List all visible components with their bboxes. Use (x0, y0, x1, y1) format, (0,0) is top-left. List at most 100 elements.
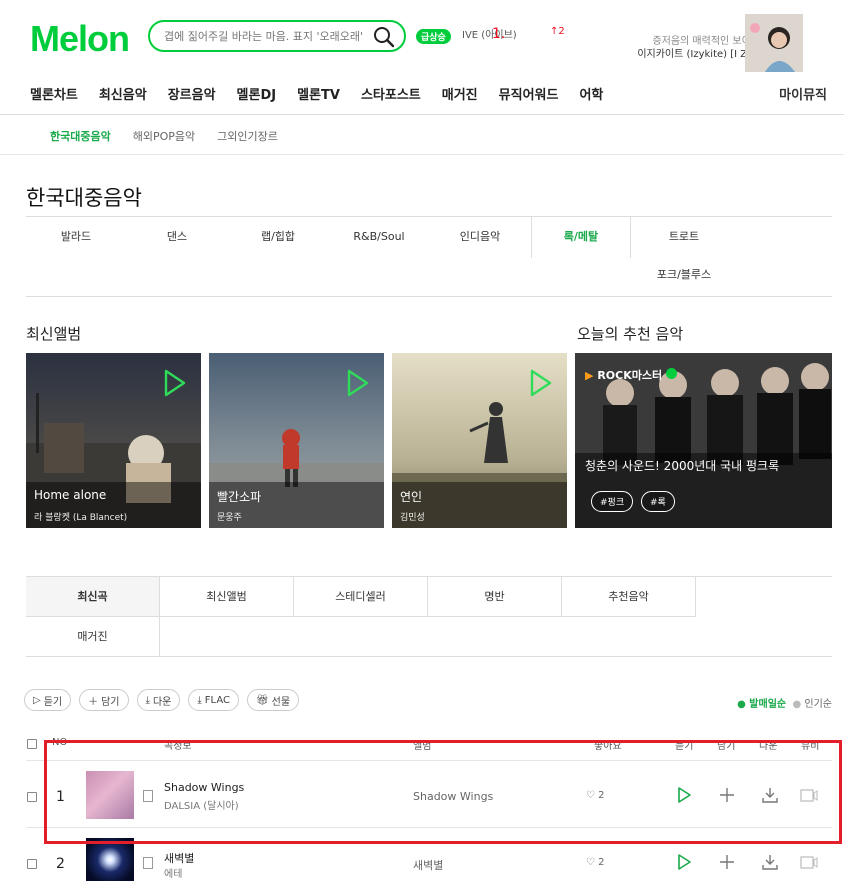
listen-button-label: 듣기 (43, 696, 63, 708)
song-info-icon[interactable] (143, 857, 153, 869)
select-all-checkbox[interactable] (27, 739, 37, 749)
plus-icon: ＋ (88, 696, 99, 708)
nav-melon-chart[interactable]: 멜론차트 (30, 84, 78, 103)
album-card[interactable]: 빨간소파 문웅주 (209, 353, 384, 528)
add-button-label: 담기 (101, 696, 120, 708)
tab-magazine[interactable]: 매거진 (26, 617, 160, 657)
promo-title[interactable]: 이지카이트 (Izykite) [I ZIP] (637, 45, 760, 60)
nav-melon-dj[interactable]: 멜론DJ (237, 84, 277, 103)
download-icon: ⤓ (197, 694, 202, 706)
album-artist[interactable]: 문웅주 (217, 510, 242, 523)
download-icon[interactable] (761, 853, 779, 871)
genre-tab-dance[interactable]: 댄스 (127, 217, 227, 257)
rise-keyword[interactable]: 1. IVE (아이브) (462, 26, 517, 42)
rise-keyword-text: IVE (아이브) (462, 30, 517, 41)
genre-tab-hiphop[interactable]: 랩/힙합 (228, 217, 328, 257)
add-button[interactable]: ＋ 담기 (79, 689, 129, 711)
song-title[interactable]: 새벽별 (164, 850, 194, 866)
tab-recommend-music[interactable]: 추천음악 (562, 577, 696, 617)
row-checkbox[interactable] (27, 792, 37, 802)
gift-button[interactable]: 🎁︎ 선물 (246, 689, 300, 711)
sub-nav-korean[interactable]: 한국대중음악 (50, 128, 111, 144)
genre-tab-trot[interactable]: 트로트 (634, 217, 734, 257)
recommend-title-text[interactable]: 청춘의 사운드! 2000년대 국내 펑크록 (585, 457, 779, 474)
sub-nav-pop[interactable]: 해외POP음악 (133, 128, 195, 144)
new-albums-title: 최신앨범 (26, 325, 82, 343)
recommend-tag[interactable]: #펑크 (591, 491, 634, 512)
play-icon[interactable] (346, 369, 370, 397)
tab-classic-album[interactable]: 명반 (428, 577, 562, 617)
genre-tab-ballad[interactable]: 발라드 (26, 217, 126, 257)
list-toolbar: ▷ 듣기 ＋ 담기 ⤓ 다운 ⤓ FLAC 🎁︎ 선물 (24, 689, 300, 711)
album-thumbnail[interactable] (86, 838, 134, 881)
gift-icon: 🎁︎ (255, 694, 269, 706)
nav-music-award[interactable]: 뮤직어워드 (499, 84, 559, 103)
nav-new-music[interactable]: 최신음악 (99, 84, 147, 103)
song-album[interactable]: 새벽별 (413, 857, 443, 873)
content-tabs: 최신곡 최신앨범 스테디셀러 명반 추천음악 매거진 (26, 576, 832, 657)
gift-button-label: 선물 (271, 696, 291, 708)
sort-popular[interactable]: ● 인기순 (792, 699, 832, 710)
flac-button[interactable]: ⤓ FLAC (188, 689, 239, 711)
album-name[interactable]: 연인 (400, 488, 422, 505)
play-icon[interactable] (675, 853, 693, 871)
nav-language[interactable]: 어학 (579, 84, 603, 103)
download-button-label: 다운 (152, 696, 172, 708)
play-icon[interactable] (163, 369, 187, 397)
sort-latest-label: 발매일순 (749, 699, 787, 710)
tab-steady-seller[interactable]: 스테디셀러 (294, 577, 428, 617)
genre-tabs: 발라드 댄스 랩/힙합 R&B/Soul 인디음악 록/메탈 트로트 포크/블루… (26, 216, 832, 297)
recommend-title: 오늘의 추천 음악 (577, 325, 684, 343)
album-artist[interactable]: 김민성 (400, 510, 425, 523)
divider (0, 114, 844, 115)
play-icon: ▷ (33, 694, 41, 706)
song-rank: 2 (56, 856, 65, 872)
row-checkbox[interactable] (27, 859, 37, 869)
album-name[interactable]: 빨간소파 (217, 488, 261, 505)
sub-nav-other[interactable]: 그외인기장르 (217, 128, 278, 144)
sort-options: ● 발매일순 ● 인기순 (737, 695, 832, 710)
like-count: 2 (598, 857, 605, 868)
listen-button[interactable]: ▷ 듣기 (24, 689, 72, 711)
genre-tab-indie[interactable]: 인디음악 (430, 217, 530, 257)
main-nav: 멜론차트 최신음악 장르음악 멜론DJ 멜론TV 스타포스트 매거진 뮤직어워드… (30, 84, 624, 103)
search-icon[interactable] (372, 25, 396, 49)
album-card[interactable]: Home alone 라 블랑켓 (La Blancet) (26, 353, 201, 528)
nav-starpost[interactable]: 스타포스트 (361, 84, 421, 103)
mv-icon[interactable] (800, 854, 818, 872)
verified-icon (665, 368, 677, 379)
flac-button-label: FLAC (204, 694, 230, 706)
play-icon[interactable] (529, 369, 553, 397)
genre-tab-rnb[interactable]: R&B/Soul (329, 217, 429, 257)
rise-badge: 급상승 (416, 29, 451, 44)
sort-popular-label: 인기순 (804, 699, 832, 710)
like-button[interactable]: ♡ 2 (586, 857, 605, 868)
song-artist[interactable]: 에테 (164, 865, 182, 880)
add-icon[interactable] (718, 853, 736, 871)
tab-new-songs[interactable]: 최신곡 (26, 577, 160, 617)
nav-melon-tv[interactable]: 멜론TV (297, 84, 340, 103)
album-artist[interactable]: 라 블랑켓 (La Blancet) (34, 510, 127, 523)
rise-arrow: ↑2 (550, 26, 565, 37)
sort-latest[interactable]: ● 발매일순 (737, 699, 786, 710)
recommend-card[interactable]: ▶ ROCK마스터 청춘의 사운드! 2000년대 국내 펑크록 #펑크 #록 (575, 353, 832, 528)
album-name[interactable]: Home alone (34, 488, 106, 502)
download-button[interactable]: ⤓ 다운 (136, 689, 181, 711)
search-input[interactable] (164, 27, 364, 45)
page-title: 한국대중음악 (26, 186, 142, 210)
search-box (148, 20, 406, 52)
nav-genre-music[interactable]: 장르음악 (168, 84, 216, 103)
divider (0, 154, 844, 155)
promo-image[interactable] (745, 14, 803, 72)
album-card[interactable]: 연인 김민성 (392, 353, 567, 528)
recommend-tag[interactable]: #록 (641, 491, 675, 512)
rise-rank: 1. (492, 26, 506, 42)
genre-tab-rock[interactable]: 록/메탈 (531, 217, 631, 258)
tab-new-albums[interactable]: 최신앨범 (160, 577, 294, 617)
nav-my-music[interactable]: 마이뮤직 (779, 84, 827, 103)
recommend-badge: ▶ ROCK마스터 (585, 367, 677, 383)
download-icon: ⤓ (145, 694, 150, 706)
melon-logo[interactable]: Melon (30, 18, 130, 60)
genre-tab-folk[interactable]: 포크/블루스 (634, 255, 734, 295)
nav-magazine[interactable]: 매거진 (442, 84, 478, 103)
